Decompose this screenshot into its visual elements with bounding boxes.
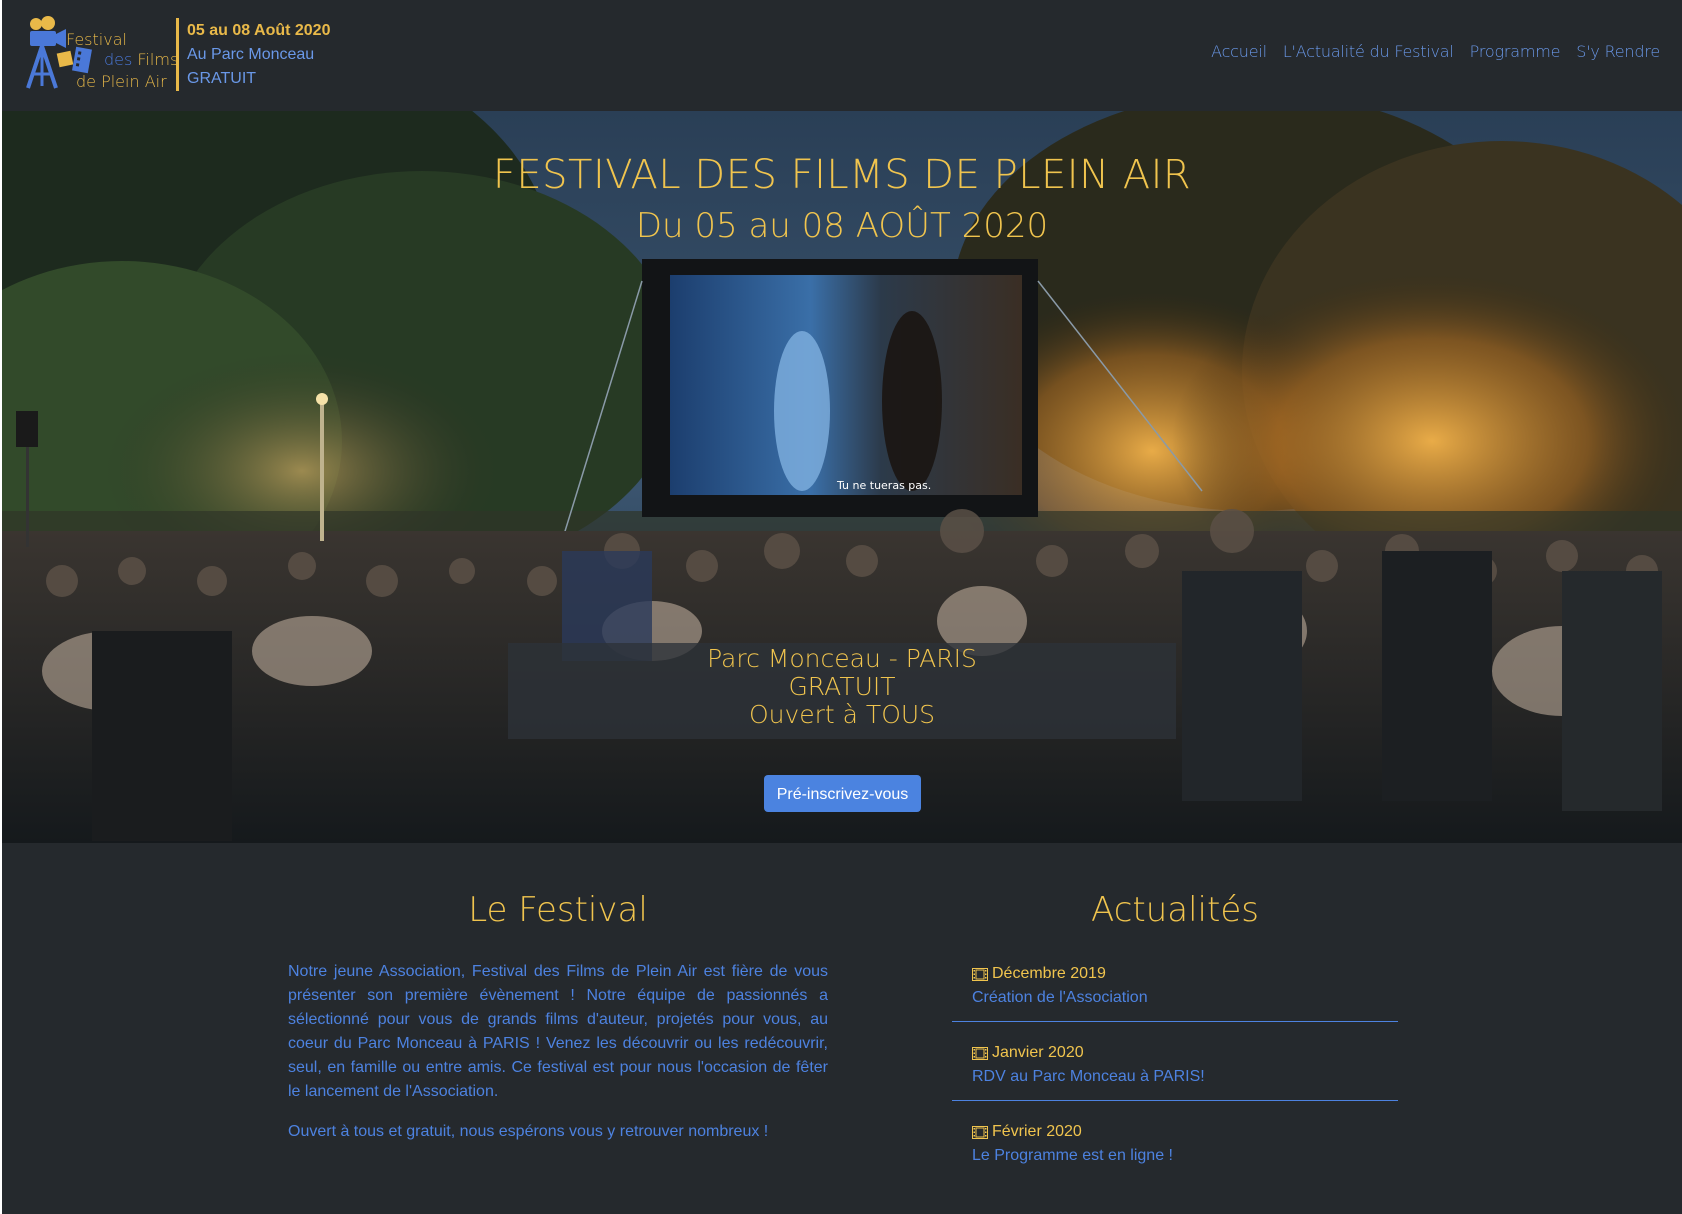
festival-paragraph: Notre jeune Association, Festival des Fi… [288,963,828,1100]
hero-title: FESTIVAL DES FILMS DE PLEIN AIR [492,152,1192,198]
nav-link-accueil[interactable]: Accueil [1211,42,1267,61]
film-icon [972,1125,988,1139]
hero-info-box: Parc Monceau - PARIS GRATUIT Ouvert à TO… [508,643,1176,739]
main-nav: Accueil L'Actualité du Festival Programm… [1211,42,1660,61]
hero-subtitle: Du 05 au 08 AOÛT 2020 [635,206,1049,246]
hero-location: Parc Monceau - PARIS [707,644,977,673]
page: Festival des Films de Plein Air 05 au 08… [2,0,1682,1214]
nav-link-actualite[interactable]: L'Actualité du Festival [1283,42,1454,61]
news-list: Décembre 2019 Création de l'Association … [952,958,1398,1195]
news-date: Février 2020 [992,1123,1082,1140]
event-place: Au Parc Monceau [187,46,315,63]
news-item[interactable]: Février 2020 Le Programme est en ligne ! [952,1116,1398,1180]
hero-audience: Ouvert à TOUS [748,700,936,729]
preregister-button[interactable]: Pré-inscrivez-vous [764,775,921,812]
hero-banner: Tu ne tueras pas. FESTIVAL DES FILMS DE … [2,111,1682,843]
header-event-info: 05 au 08 Août 2020 Au Parc Monceau GRATU… [187,19,330,91]
news-text: Création de l'Association [972,989,1148,1006]
event-date: 05 au 08 Août 2020 [187,22,331,39]
logo-text-line3: de Plein Air [76,72,167,91]
nav-link-sy-rendre[interactable]: S'y Rendre [1576,42,1660,61]
hero-price: GRATUIT [788,672,896,701]
news-date: Décembre 2019 [992,965,1106,982]
news-item[interactable]: Décembre 2019 Création de l'Association [952,958,1398,1022]
news-text: Le Programme est en ligne ! [972,1147,1173,1164]
news-text: RDV au Parc Monceau à PARIS! [972,1068,1205,1085]
festival-description: Notre jeune Association, Festival des Fi… [288,960,828,1160]
event-price: GRATUIT [187,70,257,87]
header-divider [176,18,179,91]
logo-text-line1: Festival [66,30,127,49]
news-section-title: Actualités [1091,890,1259,930]
screen-subtitle-text: Tu ne tueras pas. [836,479,931,492]
news-item[interactable]: Janvier 2020 RDV au Parc Monceau à PARIS… [952,1037,1398,1101]
logo-text-line2: des Films [104,50,179,69]
film-icon [972,967,988,981]
nav-link-programme[interactable]: Programme [1470,42,1561,61]
site-header: Festival des Films de Plein Air 05 au 08… [2,0,1682,111]
festival-section-title: Le Festival [468,890,648,930]
festival-paragraph: Ouvert à tous et gratuit, nous espérons … [288,1123,769,1140]
festival-logo[interactable]: Festival des Films de Plein Air [22,16,178,96]
news-date: Janvier 2020 [992,1044,1084,1061]
film-icon [972,1046,988,1060]
